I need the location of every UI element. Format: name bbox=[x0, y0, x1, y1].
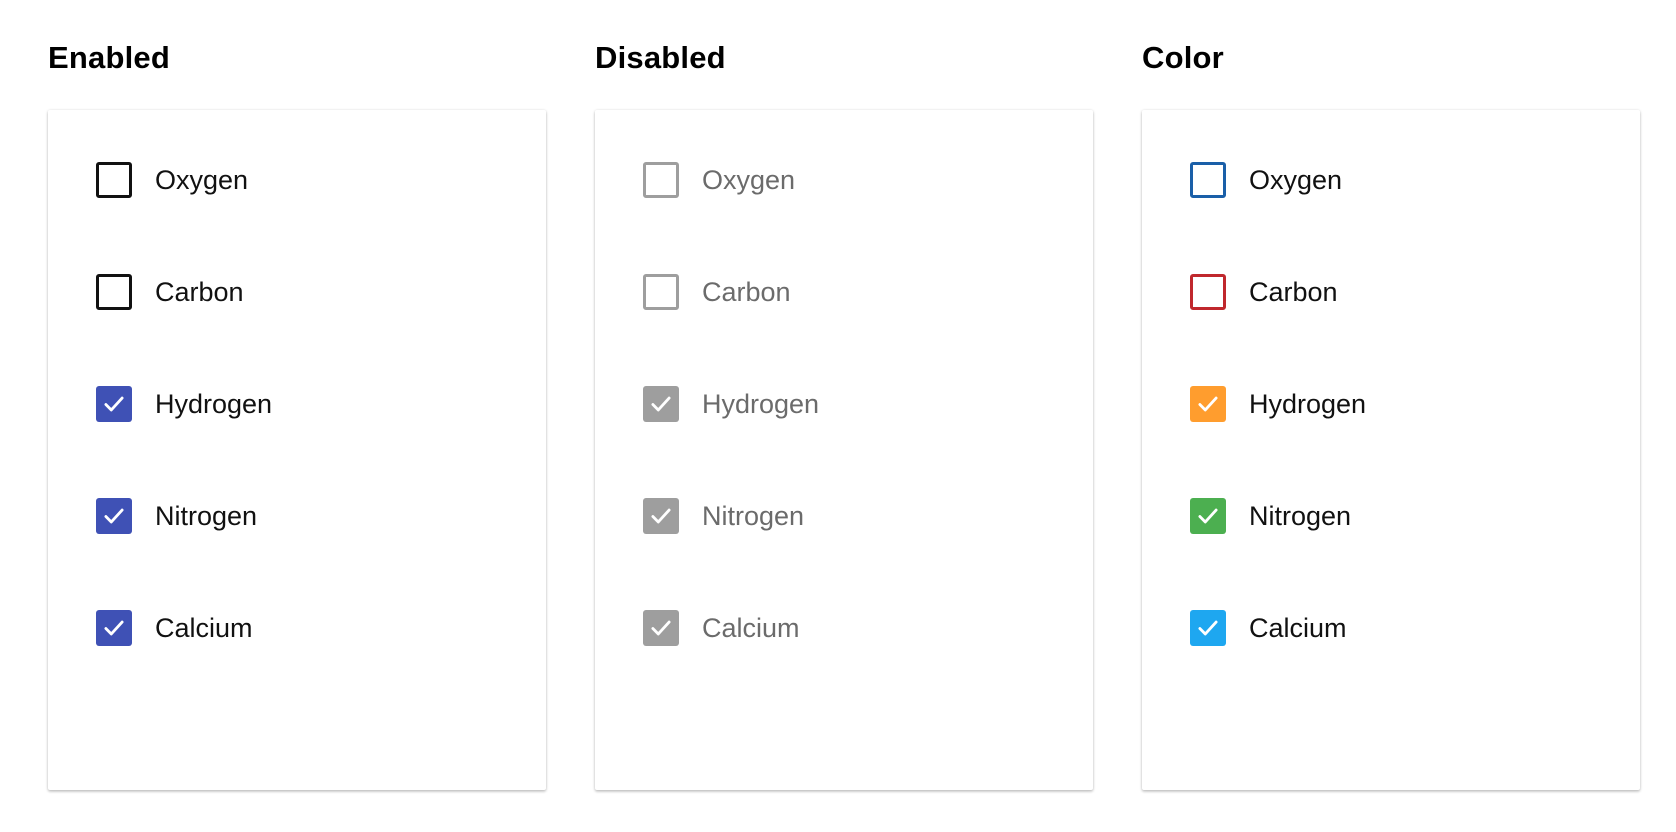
checkbox-unchecked bbox=[643, 162, 679, 198]
checkbox-checked[interactable] bbox=[1190, 610, 1226, 646]
checkbox-option-carbon[interactable]: Carbon bbox=[1190, 272, 1338, 312]
checkbox-option-nitrogen[interactable]: Nitrogen bbox=[1190, 496, 1351, 536]
checkbox-checked[interactable] bbox=[1190, 386, 1226, 422]
checkbox-checked[interactable] bbox=[96, 386, 132, 422]
checkbox-checked bbox=[643, 498, 679, 534]
checkbox-checked[interactable] bbox=[96, 610, 132, 646]
checkbox-unchecked[interactable] bbox=[1190, 274, 1226, 310]
checkbox-option-hydrogen[interactable]: Hydrogen bbox=[1190, 384, 1366, 424]
checkbox-label: Oxygen bbox=[155, 165, 249, 195]
checkbox-label: Hydrogen bbox=[702, 389, 820, 419]
checkbox-label: Nitrogen bbox=[1249, 501, 1352, 531]
check-icon bbox=[651, 620, 671, 636]
checkbox-option-calcium[interactable]: Calcium bbox=[96, 608, 253, 648]
check-icon bbox=[1198, 508, 1218, 524]
check-icon bbox=[1198, 396, 1218, 412]
checkbox-label: Oxygen bbox=[702, 165, 796, 195]
check-icon bbox=[104, 508, 124, 524]
checkbox-unchecked bbox=[643, 274, 679, 310]
checkbox-card: Oxygen Carbon Hydrogen Nitrogen Calcium bbox=[1142, 110, 1640, 790]
checkbox-option-oxygen[interactable]: Oxygen bbox=[96, 160, 248, 200]
checkbox-checked bbox=[643, 386, 679, 422]
section-title: Enabled bbox=[48, 40, 170, 75]
checkbox-option-calcium[interactable]: Calcium bbox=[1190, 608, 1347, 648]
checkbox-card: Oxygen Carbon Hydrogen Nitrogen Calcium bbox=[48, 110, 546, 790]
check-icon bbox=[1198, 620, 1218, 636]
checkbox-option-carbon[interactable]: Carbon bbox=[96, 272, 244, 312]
checkbox-label: Calcium bbox=[155, 613, 253, 643]
checkbox-option-calcium: Calcium bbox=[643, 608, 800, 648]
check-icon bbox=[104, 620, 124, 636]
checkbox-unchecked[interactable] bbox=[96, 274, 132, 310]
checkbox-label: Nitrogen bbox=[155, 501, 258, 531]
checkbox-option-hydrogen: Hydrogen bbox=[643, 384, 819, 424]
checkbox-label: Carbon bbox=[702, 277, 791, 307]
checkbox-label: Carbon bbox=[155, 277, 244, 307]
checkbox-label: Oxygen bbox=[1249, 165, 1343, 195]
checkbox-label: Calcium bbox=[702, 613, 800, 643]
checkbox-label: Carbon bbox=[1249, 277, 1338, 307]
check-icon bbox=[104, 396, 124, 412]
checkbox-option-oxygen: Oxygen bbox=[643, 160, 795, 200]
check-icon bbox=[651, 508, 671, 524]
checkbox-option-nitrogen: Nitrogen bbox=[643, 496, 804, 536]
checkbox-card: Oxygen Carbon Hydrogen Nitrogen Calcium bbox=[595, 110, 1093, 790]
checkbox-option-carbon: Carbon bbox=[643, 272, 791, 312]
section-title: Color bbox=[1142, 40, 1224, 75]
checkbox-checked[interactable] bbox=[1190, 498, 1226, 534]
checkbox-unchecked[interactable] bbox=[1190, 162, 1226, 198]
section-title: Disabled bbox=[595, 40, 726, 75]
checkbox-label: Hydrogen bbox=[155, 389, 273, 419]
check-icon bbox=[651, 396, 671, 412]
checkbox-checked[interactable] bbox=[96, 498, 132, 534]
checkbox-option-hydrogen[interactable]: Hydrogen bbox=[96, 384, 272, 424]
checkbox-unchecked[interactable] bbox=[96, 162, 132, 198]
checkbox-checked bbox=[643, 610, 679, 646]
checkbox-option-nitrogen[interactable]: Nitrogen bbox=[96, 496, 257, 536]
checkbox-label: Hydrogen bbox=[1249, 389, 1367, 419]
checkbox-label: Calcium bbox=[1249, 613, 1347, 643]
checkbox-label: Nitrogen bbox=[702, 501, 805, 531]
checkbox-option-oxygen[interactable]: Oxygen bbox=[1190, 160, 1342, 200]
